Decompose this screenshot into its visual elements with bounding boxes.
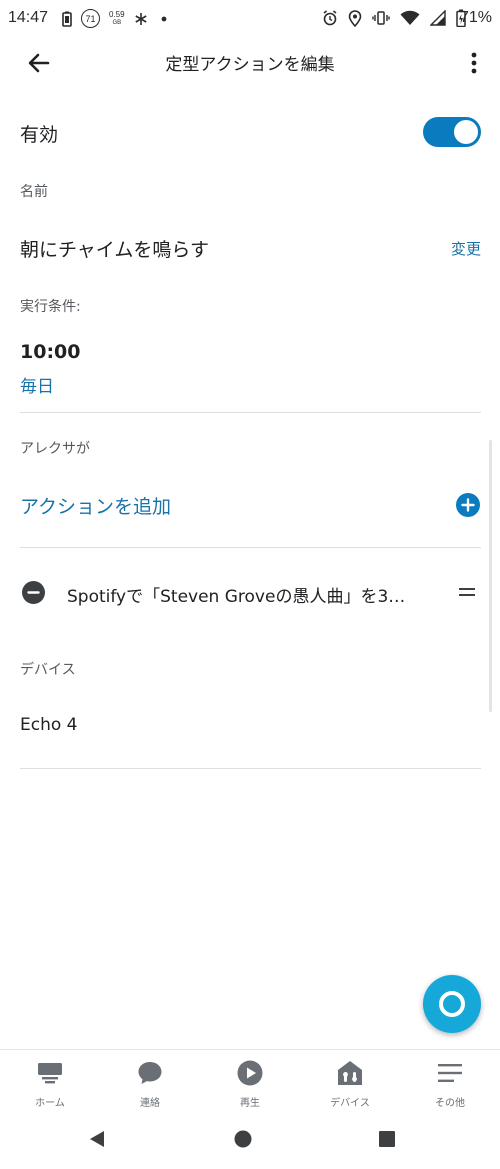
play-icon [235, 1058, 265, 1088]
toggle-knob [454, 120, 478, 144]
system-back-button[interactable] [88, 1129, 106, 1153]
triangle-back-icon [90, 1131, 104, 1147]
signal-icon [430, 10, 446, 26]
scrollbar[interactable] [489, 440, 492, 712]
circle-home-icon [234, 1130, 252, 1148]
back-button[interactable] [22, 48, 56, 78]
nav-label: 再生 [240, 1098, 260, 1109]
vibrate-icon [372, 11, 390, 25]
divider [20, 768, 481, 769]
nav-label: その他 [435, 1098, 465, 1109]
change-name-link[interactable]: 変更 [451, 238, 481, 259]
routine-name: 朝にチャイムを鳴らす [20, 239, 210, 261]
home-icon [35, 1058, 65, 1088]
battery-percent: 71% [459, 9, 492, 26]
net-speed-indicator: 0.59 GB [109, 9, 125, 27]
status-bar: 14:47 71 0.59 GB 71% [0, 0, 500, 38]
nav-item-more[interactable]: その他 [400, 1050, 500, 1115]
app-bar: 定型アクションを編集 [0, 38, 500, 88]
wifi-icon [400, 10, 420, 25]
add-action-link[interactable]: アクションを追加 [20, 492, 171, 519]
nav-item-devices[interactable]: デバイス [300, 1050, 400, 1115]
enabled-toggle[interactable] [423, 117, 481, 147]
nav-label: 連絡 [140, 1098, 160, 1109]
net-speed-unit: GB [112, 19, 122, 26]
divider [20, 412, 481, 413]
bottom-nav: ホーム 連絡 再生 デバイス その他 [0, 1049, 500, 1115]
dot-icon [161, 16, 166, 21]
drag-handle-icon[interactable] [459, 586, 475, 598]
status-left-icons: 71 0.59 GB [62, 9, 171, 28]
system-recents-button[interactable] [377, 1129, 397, 1153]
trigger-time[interactable]: 10:00 [20, 341, 80, 363]
chat-icon [135, 1058, 165, 1088]
alexa-voice-button[interactable] [423, 975, 481, 1033]
nav-label: ホーム [35, 1098, 65, 1109]
battery-saver-icon [62, 11, 72, 27]
alarm-icon [323, 10, 337, 26]
device-value[interactable]: Echo 4 [20, 715, 77, 735]
system-nav-bar [0, 1115, 500, 1169]
remove-action-button[interactable] [22, 581, 45, 604]
page-title: 定型アクションを編集 [165, 55, 335, 75]
name-label: 名前 [20, 184, 48, 200]
trigger-repeat[interactable]: 毎日 [20, 372, 54, 397]
nav-item-contacts[interactable]: 連絡 [100, 1050, 200, 1115]
plus-icon [461, 498, 475, 512]
square-recents-icon [379, 1131, 395, 1147]
enabled-label: 有効 [20, 124, 59, 146]
nav-item-home[interactable]: ホーム [0, 1050, 100, 1115]
minus-icon [27, 591, 40, 594]
device-label: デバイス [20, 662, 76, 678]
more-options-button[interactable] [464, 48, 484, 78]
actions-label: アレクサが [20, 441, 90, 457]
net-speed-value: 0.59 [109, 9, 125, 19]
notification-badge-count: 71 [85, 13, 96, 24]
arrow-left-icon [28, 53, 50, 73]
snowflake-icon [134, 12, 147, 25]
menu-icon [435, 1058, 465, 1088]
nav-item-play[interactable]: 再生 [200, 1050, 300, 1115]
trigger-label: 実行条件: [20, 299, 81, 315]
system-home-button[interactable] [233, 1129, 253, 1153]
nav-label: デバイス [330, 1098, 370, 1109]
alexa-ring-icon [439, 991, 465, 1017]
more-vertical-icon [471, 52, 477, 74]
devices-icon [335, 1058, 365, 1088]
status-right-icons [322, 9, 466, 27]
divider [20, 547, 481, 548]
location-icon [348, 9, 362, 27]
action-item-text: Spotifyで「Steven Groveの愚人曲」を3… [67, 587, 406, 607]
add-action-button[interactable] [456, 493, 480, 517]
status-time: 14:47 [8, 9, 49, 26]
notification-badge: 71 [81, 9, 100, 28]
